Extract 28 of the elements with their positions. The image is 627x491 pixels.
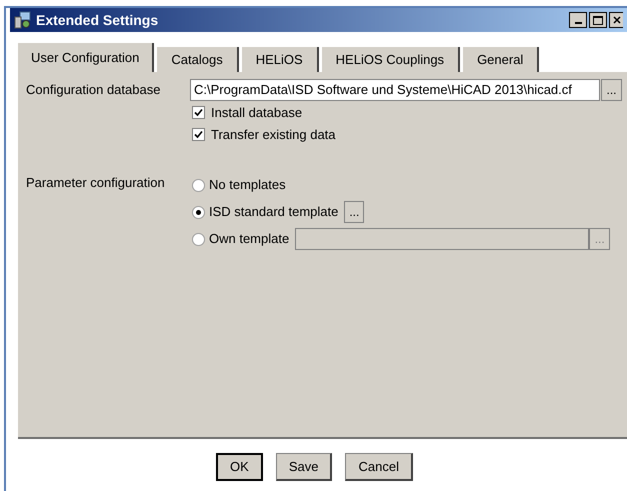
browse-button[interactable]: ...: [601, 79, 622, 101]
tab[interactable]: HELiOS Couplings: [322, 47, 460, 72]
checkbox-label: Install database: [211, 104, 302, 122]
radio-label: No templates: [209, 176, 286, 194]
field-label: Parameter configuration: [26, 174, 166, 192]
window-title: Extended Settings: [36, 10, 160, 30]
radio-label: ISD standard template: [209, 203, 338, 222]
tab[interactable]: General: [463, 47, 540, 72]
dialog-button[interactable]: OK: [216, 453, 263, 481]
minimize-button[interactable]: [569, 12, 587, 28]
close-icon: [612, 16, 620, 24]
checkbox-label: Transfer existing data: [211, 126, 336, 144]
close-button[interactable]: [609, 12, 623, 28]
radio-label: Own template: [209, 230, 290, 248]
maximize-button[interactable]: [589, 12, 607, 28]
tab[interactable]: HELiOS: [242, 47, 319, 72]
radio-button[interactable]: [192, 178, 205, 192]
field-label: Configuration database: [26, 81, 162, 100]
checkbox[interactable]: [192, 128, 205, 141]
dialog-button[interactable]: Cancel: [345, 453, 413, 481]
radio-button[interactable]: [192, 206, 205, 218]
dialog-button[interactable]: Save: [276, 453, 332, 481]
checkbox[interactable]: [192, 106, 205, 119]
tab[interactable]: User Configuration: [18, 43, 154, 72]
path-field[interactable]: C:\ProgramData\ISD Software und Systeme\HiCAD 2013\hicad.cf: [190, 79, 600, 101]
settings-icon: [14, 11, 32, 29]
tab[interactable]: Catalogs: [157, 47, 239, 72]
browse-button[interactable]: ...: [344, 201, 364, 223]
